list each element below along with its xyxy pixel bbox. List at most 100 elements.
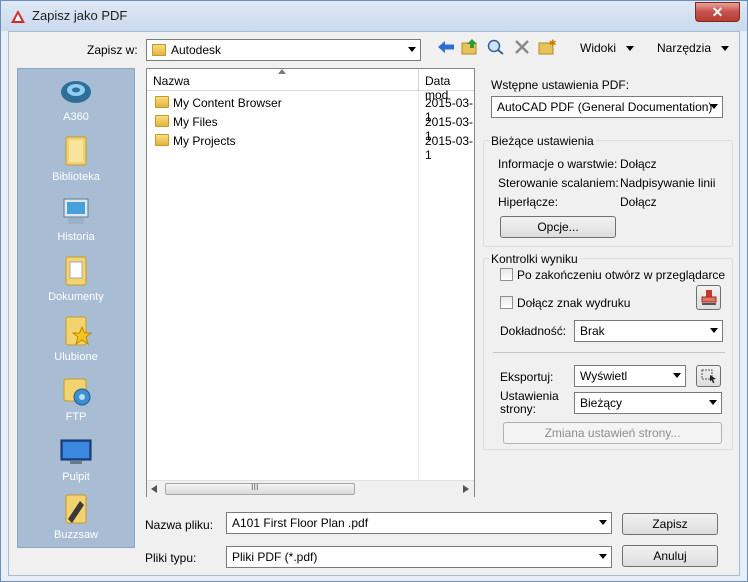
folder-icon bbox=[155, 134, 169, 146]
current-settings-title: Bieżące ustawienia bbox=[489, 134, 596, 148]
chevron-down-icon bbox=[710, 104, 718, 109]
chevron-down-icon bbox=[710, 328, 718, 333]
include-stamp-checkbox[interactable] bbox=[500, 296, 513, 309]
history-icon bbox=[63, 198, 89, 224]
change-page-setup-button[interactable]: Zmiana ustawień strony... bbox=[503, 422, 722, 444]
file-name: My Projects bbox=[173, 134, 236, 148]
views-menu[interactable]: Widoki bbox=[580, 41, 635, 55]
column-header-name[interactable]: Nazwa bbox=[147, 69, 419, 91]
save-in-label: Zapisz w: bbox=[87, 43, 138, 57]
tools-menu[interactable]: Narzędzia bbox=[657, 41, 730, 55]
place-ftp[interactable]: FTP bbox=[18, 371, 134, 431]
hyperlink-value: Dołącz bbox=[620, 195, 657, 209]
filetype-label: Pliki typu: bbox=[145, 551, 197, 565]
pdf-preset-dropdown[interactable]: AutoCAD PDF (General Documentation) bbox=[491, 96, 723, 118]
window-title: Zapisz jako PDF bbox=[32, 8, 128, 23]
chevron-down-icon bbox=[709, 400, 717, 405]
folder-icon bbox=[155, 96, 169, 108]
open-in-viewer-checkbox[interactable] bbox=[500, 268, 513, 281]
stamp-settings-button[interactable] bbox=[696, 285, 721, 310]
place-buzzsaw[interactable]: Buzzsaw bbox=[18, 489, 134, 549]
ftp-icon bbox=[63, 378, 91, 406]
save-button[interactable]: Zapisz bbox=[622, 513, 718, 535]
options-button[interactable]: Opcje... bbox=[500, 216, 616, 238]
place-documents[interactable]: Dokumenty bbox=[18, 251, 134, 311]
folder-icon bbox=[155, 115, 169, 127]
file-row[interactable]: My Projects 2015-03-1 bbox=[147, 131, 474, 162]
up-folder-icon[interactable] bbox=[461, 39, 479, 55]
delete-icon[interactable] bbox=[513, 39, 531, 55]
file-name: My Files bbox=[173, 115, 218, 129]
column-header-date[interactable]: Data mod bbox=[419, 69, 474, 102]
select-window-icon bbox=[701, 369, 716, 383]
chevron-down-icon bbox=[599, 554, 607, 559]
hyperlink-label: Hiperłącze: bbox=[498, 195, 559, 209]
chevron-down-icon bbox=[673, 373, 681, 378]
scroll-right-icon[interactable] bbox=[463, 485, 469, 493]
close-icon: ✕ bbox=[711, 4, 724, 20]
back-arrow-icon[interactable] bbox=[437, 39, 455, 55]
a360-icon bbox=[61, 81, 91, 103]
cancel-button[interactable]: Anuluj bbox=[622, 545, 718, 567]
scrollbar-thumb[interactable]: III bbox=[165, 482, 355, 495]
place-label: Ulubione bbox=[54, 351, 98, 363]
output-controls-title: Kontrolki wyniku bbox=[489, 252, 580, 266]
save-in-dropdown[interactable]: Autodesk bbox=[146, 39, 421, 61]
pdf-preset-label: Wstępne ustawienia PDF: bbox=[491, 78, 630, 92]
library-folder-icon bbox=[65, 136, 87, 166]
dialog-body: Zapisz w: Autodesk ✱ Widoki Narzędzia A3… bbox=[8, 31, 740, 576]
file-date: 2015-03-1 bbox=[425, 134, 474, 162]
export-value: Wyświetl bbox=[580, 369, 628, 383]
column-header-label: Nazwa bbox=[153, 74, 190, 88]
export-dropdown[interactable]: Wyświetl bbox=[574, 365, 686, 387]
export-label: Eksportuj: bbox=[500, 370, 554, 384]
filetype-dropdown[interactable]: Pliki PDF (*.pdf) bbox=[226, 546, 612, 568]
place-label: Pulpit bbox=[62, 471, 90, 483]
page-setup-dropdown[interactable]: Bieżący bbox=[574, 392, 722, 414]
pdf-preset-value: AutoCAD PDF (General Documentation) bbox=[497, 100, 713, 114]
new-folder-icon[interactable]: ✱ bbox=[538, 39, 556, 55]
autocad-logo-icon bbox=[11, 10, 25, 23]
merge-control-value: Nadpisywanie linii bbox=[620, 176, 716, 190]
place-label: Historia bbox=[57, 231, 95, 243]
file-row[interactable]: My Files 2015-03-1 bbox=[147, 112, 474, 143]
favorites-icon bbox=[65, 316, 93, 346]
open-in-viewer-label[interactable]: Po zakończeniu otwórz w przeglądarce bbox=[517, 268, 725, 282]
documents-icon bbox=[65, 256, 87, 286]
horizontal-scrollbar[interactable]: III bbox=[147, 480, 474, 497]
buzzsaw-icon bbox=[65, 494, 87, 524]
place-a360[interactable]: A360 bbox=[18, 71, 134, 131]
close-button[interactable]: ✕ bbox=[695, 2, 740, 22]
grip-icon: III bbox=[251, 482, 259, 492]
views-label: Widoki bbox=[580, 41, 617, 55]
save-in-value: Autodesk bbox=[171, 43, 222, 57]
sort-ascending-icon bbox=[278, 69, 286, 74]
filename-label: Nazwa pliku: bbox=[145, 518, 214, 532]
place-favorites[interactable]: Ulubione bbox=[18, 311, 134, 371]
place-label: A360 bbox=[63, 111, 89, 123]
title-bar[interactable]: Zapisz jako PDF ✕ bbox=[1, 1, 747, 31]
desktop-icon bbox=[60, 439, 92, 464]
place-label: Dokumenty bbox=[48, 291, 104, 303]
stamp-icon bbox=[701, 290, 717, 305]
place-history[interactable]: Historia bbox=[18, 191, 134, 251]
page-setup-label-2: strony: bbox=[500, 402, 537, 416]
filename-value: A101 First Floor Plan .pdf bbox=[232, 516, 369, 530]
file-list[interactable]: Nazwa Data mod My Content Browser 2015-0… bbox=[146, 68, 475, 497]
page-setup-value: Bieżący bbox=[580, 396, 623, 410]
filename-input[interactable]: A101 First Floor Plan .pdf bbox=[226, 512, 612, 534]
precision-value: Brak bbox=[580, 324, 605, 338]
precision-label: Dokładność: bbox=[500, 324, 567, 338]
filetype-value: Pliki PDF (*.pdf) bbox=[232, 550, 318, 564]
place-library[interactable]: Biblioteka bbox=[18, 131, 134, 191]
merge-control-label: Sterowanie scalaniem: bbox=[498, 176, 619, 190]
folder-icon bbox=[152, 44, 166, 56]
file-row[interactable]: My Content Browser 2015-03-1 bbox=[147, 93, 474, 124]
search-web-icon[interactable] bbox=[487, 39, 505, 55]
place-desktop[interactable]: Pulpit bbox=[18, 431, 134, 491]
scroll-left-icon[interactable] bbox=[151, 485, 157, 493]
precision-dropdown[interactable]: Brak bbox=[574, 320, 723, 342]
layer-info-value: Dołącz bbox=[620, 157, 657, 171]
include-stamp-label[interactable]: Dołącz znak wydruku bbox=[517, 296, 630, 310]
export-select-button[interactable] bbox=[696, 365, 721, 387]
